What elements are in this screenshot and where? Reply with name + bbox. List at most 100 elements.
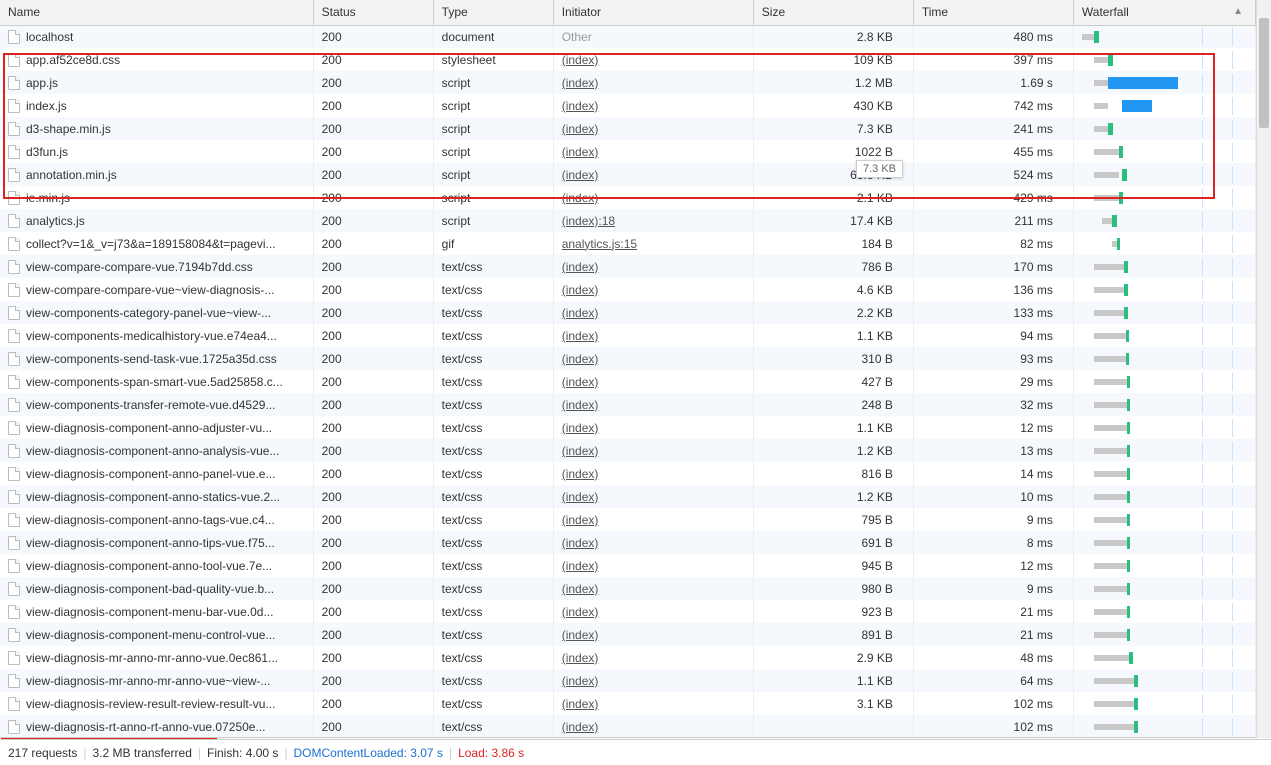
initiator-link[interactable]: (index) (562, 467, 599, 481)
initiator-link[interactable]: (index) (562, 651, 599, 665)
initiator-link[interactable]: (index) (562, 513, 599, 527)
col-header-time[interactable]: Time (913, 0, 1073, 25)
initiator-link[interactable]: (index) (562, 191, 599, 205)
cell-name[interactable]: ie.min.js (0, 186, 313, 209)
table-row[interactable]: view-diagnosis-component-menu-bar-vue.0d… (0, 600, 1256, 623)
cell-initiator[interactable]: (index) (553, 117, 753, 140)
initiator-link[interactable]: (index) (562, 306, 599, 320)
cell-initiator[interactable]: (index) (553, 71, 753, 94)
cell-initiator[interactable]: (index) (553, 577, 753, 600)
cell-initiator[interactable]: (index) (553, 554, 753, 577)
cell-name[interactable]: view-diagnosis-component-anno-analysis-v… (0, 439, 313, 462)
table-row[interactable]: view-diagnosis-rt-anno-rt-anno-vue.07250… (0, 715, 1256, 738)
cell-name[interactable]: annotation.min.js (0, 163, 313, 186)
cell-name[interactable]: d3-shape.min.js (0, 117, 313, 140)
table-row[interactable]: d3-shape.min.js200script(index)7.3 KB241… (0, 117, 1256, 140)
cell-name[interactable]: view-components-medicalhistory-vue.e74ea… (0, 324, 313, 347)
initiator-link[interactable]: (index) (562, 536, 599, 550)
cell-name[interactable]: view-diagnosis-review-result-review-resu… (0, 692, 313, 715)
vertical-scrollbar[interactable] (1256, 0, 1271, 738)
table-row[interactable]: localhost200documentOther2.8 KB480 ms (0, 25, 1256, 48)
table-row[interactable]: view-diagnosis-component-anno-panel-vue.… (0, 462, 1256, 485)
initiator-link[interactable]: (index) (562, 674, 599, 688)
initiator-link[interactable]: (index) (562, 329, 599, 343)
initiator-link[interactable]: (index) (562, 145, 599, 159)
cell-name[interactable]: view-diagnosis-mr-anno-mr-anno-vue.0ec86… (0, 646, 313, 669)
initiator-link[interactable]: (index) (562, 628, 599, 642)
cell-initiator[interactable]: (index) (553, 600, 753, 623)
col-header-waterfall[interactable]: Waterfall ▲ (1073, 0, 1255, 25)
initiator-link[interactable]: (index) (562, 490, 599, 504)
cell-name[interactable]: view-diagnosis-component-anno-panel-vue.… (0, 462, 313, 485)
table-row[interactable]: view-diagnosis-component-anno-statics-vu… (0, 485, 1256, 508)
initiator-link[interactable]: (index) (562, 168, 599, 182)
table-row[interactable]: annotation.min.js200script(index)63.8 KB… (0, 163, 1256, 186)
initiator-link[interactable]: (index) (562, 720, 599, 734)
table-row[interactable]: view-diagnosis-component-anno-tool-vue.7… (0, 554, 1256, 577)
cell-name[interactable]: view-diagnosis-rt-anno-rt-anno-vue.07250… (0, 715, 313, 738)
initiator-link[interactable]: (index) (562, 421, 599, 435)
initiator-link[interactable]: (index) (562, 99, 599, 113)
cell-name[interactable]: view-diagnosis-component-menu-control-vu… (0, 623, 313, 646)
cell-initiator[interactable]: (index) (553, 531, 753, 554)
initiator-link[interactable]: (index) (562, 582, 599, 596)
cell-initiator[interactable]: (index) (553, 646, 753, 669)
table-row[interactable]: view-compare-compare-vue~view-diagnosis-… (0, 278, 1256, 301)
cell-name[interactable]: view-diagnosis-component-anno-tags-vue.c… (0, 508, 313, 531)
col-header-name[interactable]: Name (0, 0, 313, 25)
table-row[interactable]: view-diagnosis-component-bad-quality-vue… (0, 577, 1256, 600)
table-row[interactable]: view-diagnosis-mr-anno-mr-anno-vue.0ec86… (0, 646, 1256, 669)
col-header-size[interactable]: Size (753, 0, 913, 25)
cell-name[interactable]: view-compare-compare-vue.7194b7dd.css (0, 255, 313, 278)
cell-name[interactable]: analytics.js (0, 209, 313, 232)
cell-name[interactable]: view-diagnosis-component-anno-statics-vu… (0, 485, 313, 508)
col-header-status[interactable]: Status (313, 0, 433, 25)
cell-name[interactable]: view-components-transfer-remote-vue.d452… (0, 393, 313, 416)
initiator-link[interactable]: (index) (562, 398, 599, 412)
cell-name[interactable]: view-diagnosis-component-anno-tips-vue.f… (0, 531, 313, 554)
cell-name[interactable]: collect?v=1&_v=j73&a=189158084&t=pagevi.… (0, 232, 313, 255)
table-row[interactable]: collect?v=1&_v=j73&a=189158084&t=pagevi.… (0, 232, 1256, 255)
cell-name[interactable]: localhost (0, 25, 313, 48)
table-row[interactable]: view-diagnosis-component-anno-adjuster-v… (0, 416, 1256, 439)
cell-name[interactable]: view-components-category-panel-vue~view-… (0, 301, 313, 324)
cell-initiator[interactable]: (index) (553, 416, 753, 439)
table-row[interactable]: view-diagnosis-component-anno-analysis-v… (0, 439, 1256, 462)
cell-initiator[interactable]: (index) (553, 715, 753, 738)
cell-name[interactable]: view-diagnosis-mr-anno-mr-anno-vue~view-… (0, 669, 313, 692)
initiator-link[interactable]: analytics.js:15 (562, 237, 637, 251)
cell-initiator[interactable]: (index) (553, 393, 753, 416)
table-row[interactable]: view-diagnosis-mr-anno-mr-anno-vue~view-… (0, 669, 1256, 692)
table-row[interactable]: view-components-span-smart-vue.5ad25858.… (0, 370, 1256, 393)
cell-name[interactable]: view-diagnosis-component-anno-adjuster-v… (0, 416, 313, 439)
cell-initiator[interactable]: (index) (553, 48, 753, 71)
table-row[interactable]: view-diagnosis-review-result-review-resu… (0, 692, 1256, 715)
cell-name[interactable]: app.js (0, 71, 313, 94)
cell-initiator[interactable]: (index) (553, 669, 753, 692)
table-row[interactable]: d3fun.js200script(index)1022 B455 ms (0, 140, 1256, 163)
cell-initiator[interactable]: (index) (553, 623, 753, 646)
cell-initiator[interactable]: (index) (553, 140, 753, 163)
initiator-link[interactable]: (index) (562, 76, 599, 90)
cell-initiator[interactable]: analytics.js:15 (553, 232, 753, 255)
cell-initiator[interactable]: (index) (553, 301, 753, 324)
cell-initiator[interactable]: (index) (553, 94, 753, 117)
table-row[interactable]: view-components-category-panel-vue~view-… (0, 301, 1256, 324)
col-header-type[interactable]: Type (433, 0, 553, 25)
cell-initiator[interactable]: (index) (553, 439, 753, 462)
table-row[interactable]: app.af52ce8d.css200stylesheet(index)109 … (0, 48, 1256, 71)
table-row[interactable]: view-diagnosis-component-anno-tips-vue.f… (0, 531, 1256, 554)
cell-initiator[interactable]: Other (553, 25, 753, 48)
table-row[interactable]: analytics.js200script(index):1817.4 KB21… (0, 209, 1256, 232)
table-row[interactable]: app.js200script(index)1.2 MB1.69 s (0, 71, 1256, 94)
table-row[interactable]: ie.min.js200script(index)2.1 KB429 ms (0, 186, 1256, 209)
initiator-link[interactable]: (index) (562, 352, 599, 366)
cell-name[interactable]: view-diagnosis-component-anno-tool-vue.7… (0, 554, 313, 577)
table-row[interactable]: view-components-send-task-vue.1725a35d.c… (0, 347, 1256, 370)
initiator-link[interactable]: (index) (562, 375, 599, 389)
table-row[interactable]: view-diagnosis-component-menu-control-vu… (0, 623, 1256, 646)
cell-initiator[interactable]: (index) (553, 485, 753, 508)
table-row[interactable]: view-compare-compare-vue.7194b7dd.css200… (0, 255, 1256, 278)
cell-initiator[interactable]: (index) (553, 370, 753, 393)
cell-name[interactable]: view-components-span-smart-vue.5ad25858.… (0, 370, 313, 393)
